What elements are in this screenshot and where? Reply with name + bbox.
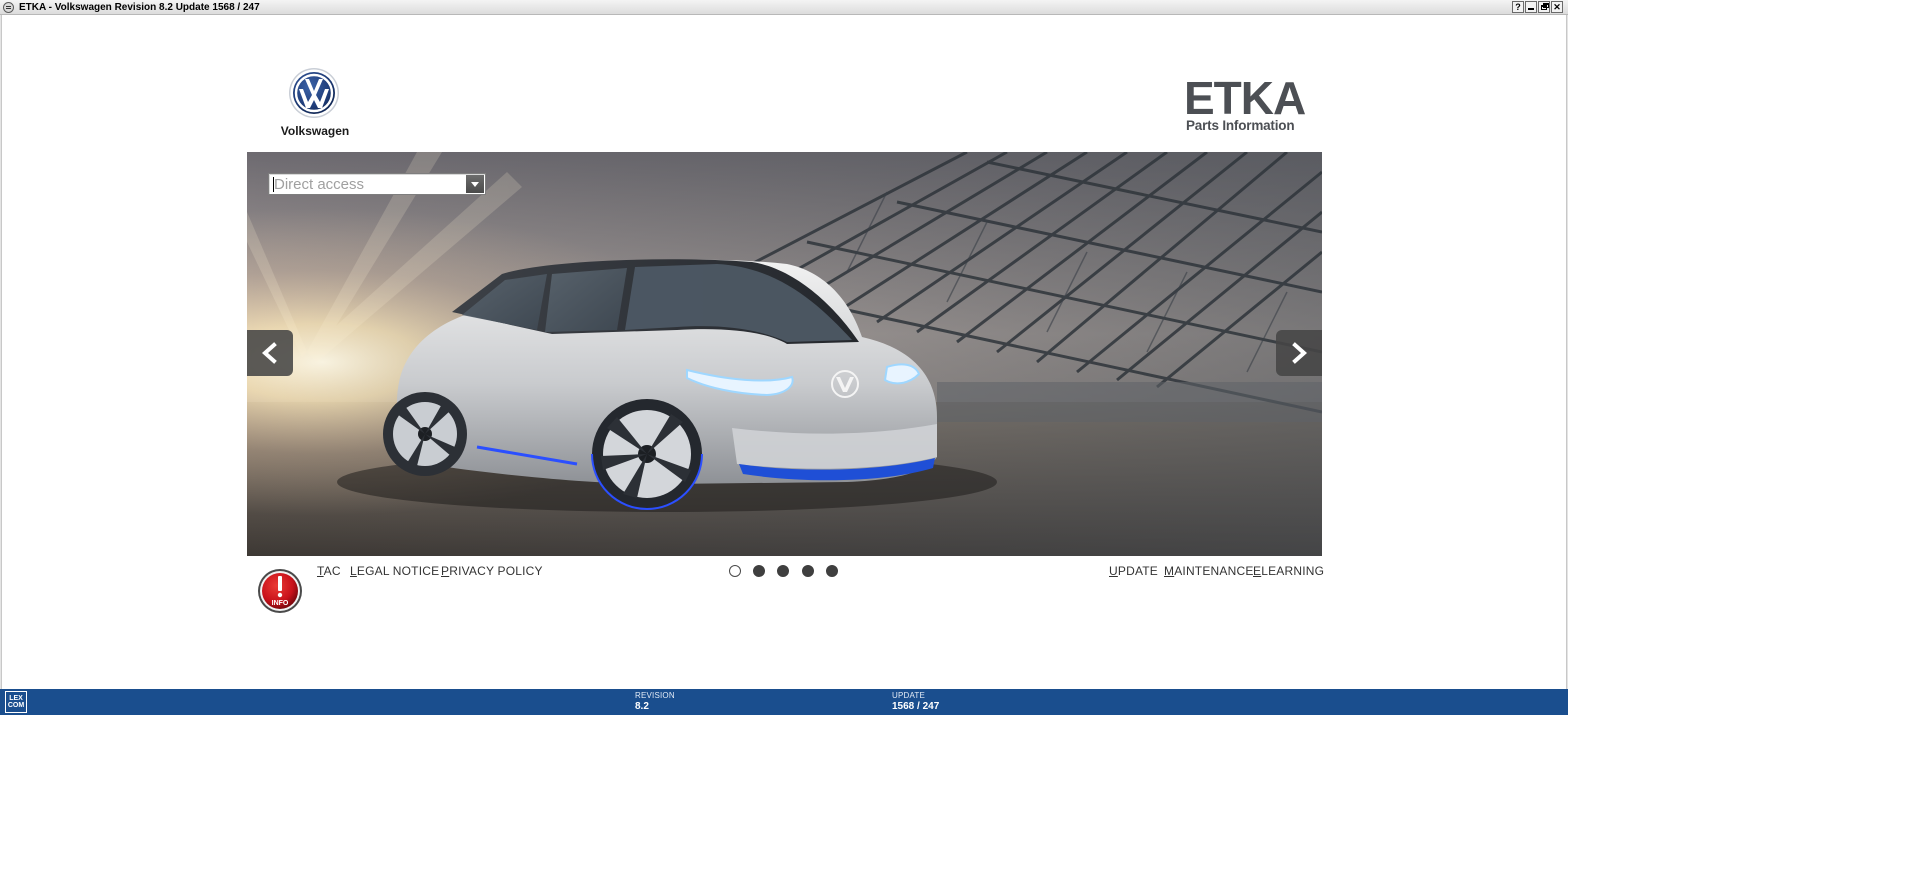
restore-button[interactable] xyxy=(1538,1,1550,13)
elearning-label: LEARNING xyxy=(1261,564,1325,578)
restore-icon-back xyxy=(1541,5,1547,10)
update-status-label: UPDATE xyxy=(892,691,926,700)
update-status-value: 1568 / 247 xyxy=(892,701,940,712)
system-menu-icon[interactable] xyxy=(3,2,14,13)
product-subtitle: Parts Information xyxy=(1186,118,1295,133)
carousel-dot-3[interactable] xyxy=(777,565,789,577)
legal-notice-link[interactable]: LEGAL NOTICE xyxy=(350,564,439,578)
product-title: ETKA xyxy=(1184,72,1306,124)
carousel-dot-5[interactable] xyxy=(826,565,838,577)
etka-app-window: ETKA - Volkswagen Revision 8.2 Update 15… xyxy=(0,0,1568,715)
elearning-link[interactable]: ELEARNING xyxy=(1253,564,1324,578)
maintenance-link[interactable]: MAINTENANCE xyxy=(1164,564,1254,578)
close-button[interactable]: ✕ xyxy=(1551,1,1563,13)
lexcom-logo-line2: COM xyxy=(7,702,25,709)
maintenance-label: AINTENANCE xyxy=(1174,564,1254,578)
volkswagen-logo-icon xyxy=(289,68,339,118)
title-bar: ETKA - Volkswagen Revision 8.2 Update 15… xyxy=(0,0,1568,15)
carousel-next-button[interactable] xyxy=(1276,330,1322,376)
carousel-dot-2[interactable] xyxy=(753,565,765,577)
revision-value: 8.2 xyxy=(635,701,649,712)
privacy-policy-label: RIVACY POLICY xyxy=(449,564,543,578)
carousel-dot-4[interactable] xyxy=(802,565,814,577)
direct-access-combobox[interactable] xyxy=(268,173,486,195)
window-title: ETKA - Volkswagen Revision 8.2 Update 15… xyxy=(19,2,260,13)
info-button[interactable]: INFO xyxy=(257,568,303,614)
elearning-mnemonic: E xyxy=(1253,564,1262,578)
minimize-button[interactable] xyxy=(1525,1,1537,13)
carousel-pagination xyxy=(728,565,840,578)
tac-label: AC xyxy=(323,564,341,578)
update-label: PDATE xyxy=(1117,564,1158,578)
chevron-left-icon xyxy=(261,342,277,364)
carousel-dot-1[interactable] xyxy=(729,565,741,577)
lexcom-logo: LEX COM xyxy=(5,691,27,713)
text-cursor xyxy=(273,177,274,192)
window-border-left xyxy=(0,15,2,689)
update-link[interactable]: UPDATE xyxy=(1109,564,1158,578)
exclamation-icon xyxy=(278,576,282,591)
dropdown-arrow-button[interactable] xyxy=(466,175,484,193)
maintenance-mnemonic: M xyxy=(1164,564,1175,578)
chevron-right-icon xyxy=(1292,342,1308,364)
privacy-policy-mnemonic: P xyxy=(441,564,450,578)
privacy-policy-link[interactable]: PRIVACY POLICY xyxy=(441,564,543,578)
help-button[interactable]: ? xyxy=(1512,1,1524,13)
info-label: INFO xyxy=(272,600,289,607)
minimize-icon xyxy=(1528,8,1534,10)
legal-notice-mnemonic: L xyxy=(350,564,357,578)
carousel-previous-button[interactable] xyxy=(247,330,293,376)
hero-carousel-image xyxy=(247,152,1322,556)
status-bar xyxy=(0,689,1568,715)
brand-name: Volkswagen xyxy=(280,124,350,138)
window-border-right xyxy=(1566,15,1568,689)
concept-car-hero-image xyxy=(247,152,1322,556)
revision-label: REVISION xyxy=(635,691,675,700)
tac-mnemonic: T xyxy=(317,564,324,578)
direct-access-input[interactable] xyxy=(271,175,463,193)
lexcom-logo-line1: LEX xyxy=(9,695,23,702)
update-mnemonic: U xyxy=(1109,564,1118,578)
tac-link[interactable]: TAC xyxy=(317,564,341,578)
legal-notice-label: EGAL NOTICE xyxy=(356,564,440,578)
